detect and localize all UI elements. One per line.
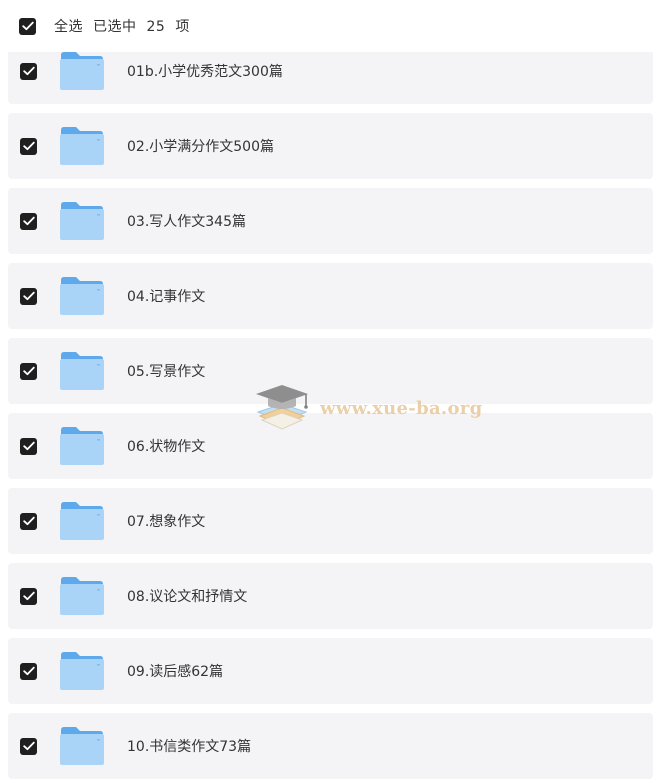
row-checkbox[interactable] [20, 437, 37, 455]
checkmark-icon [22, 516, 35, 526]
selection-summary: 全选 已选中 25 项 [54, 16, 200, 36]
selected-suffix: 项 [175, 19, 190, 35]
folder-name[interactable]: 09.读后感62篇 [127, 661, 223, 681]
checkmark-icon [22, 66, 35, 76]
folder-row[interactable]: 09.读后感62篇 [8, 638, 653, 704]
folder-icon [59, 201, 105, 241]
folder-name[interactable]: 06.状物作文 [127, 436, 205, 456]
checkmark-icon [21, 21, 34, 31]
folder-row[interactable]: 03.写人作文345篇 [8, 188, 653, 254]
folder-icon [59, 276, 105, 316]
row-checkbox[interactable] [20, 287, 37, 305]
folder-row[interactable]: 07.想象作文 [8, 488, 653, 554]
select-all-label[interactable]: 全选 [54, 19, 83, 35]
folder-row[interactable]: 08.议论文和抒情文 [8, 563, 653, 629]
checkmark-icon [22, 216, 35, 226]
folder-name[interactable]: 10.书信类作文73篇 [127, 736, 251, 756]
row-checkbox[interactable] [20, 362, 37, 380]
selected-prefix: 已选中 [93, 19, 137, 35]
checkmark-icon [22, 291, 35, 301]
folder-name[interactable]: 02.小学满分作文500篇 [127, 136, 274, 156]
folder-icon [59, 126, 105, 166]
row-checkbox[interactable] [20, 587, 37, 605]
folder-name[interactable]: 07.想象作文 [127, 511, 205, 531]
select-all-checkbox[interactable] [19, 17, 36, 35]
row-checkbox[interactable] [20, 662, 37, 680]
folder-name[interactable]: 04.记事作文 [127, 286, 205, 306]
folder-row[interactable]: 02.小学满分作文500篇 [8, 113, 653, 179]
row-checkbox[interactable] [20, 212, 37, 230]
folder-name[interactable]: 05.写景作文 [127, 361, 205, 381]
folder-name[interactable]: 08.议论文和抒情文 [127, 586, 247, 606]
folder-row[interactable]: 04.记事作文 [8, 263, 653, 329]
checkmark-icon [22, 141, 35, 151]
row-checkbox[interactable] [20, 137, 37, 155]
folder-row[interactable]: 06.状物作文 [8, 413, 653, 479]
folder-icon [59, 426, 105, 466]
folder-icon [59, 651, 105, 691]
row-checkbox[interactable] [20, 737, 37, 755]
folder-icon [59, 501, 105, 541]
folder-icon [59, 726, 105, 766]
row-checkbox[interactable] [20, 512, 37, 530]
row-checkbox[interactable] [20, 62, 37, 80]
folder-icon [59, 576, 105, 616]
folder-row[interactable]: 10.书信类作文73篇 [8, 713, 653, 779]
folder-name[interactable]: 01b.小学优秀范文300篇 [127, 61, 283, 81]
folder-name[interactable]: 03.写人作文345篇 [127, 211, 246, 231]
checkmark-icon [22, 591, 35, 601]
selection-header: 全选 已选中 25 项 [0, 0, 653, 52]
selected-count: 25 [146, 19, 166, 35]
checkmark-icon [22, 666, 35, 676]
folder-icon [59, 351, 105, 391]
checkmark-icon [22, 441, 35, 451]
checkmark-icon [22, 741, 35, 751]
folder-row[interactable]: 05.写景作文 [8, 338, 653, 404]
checkmark-icon [22, 366, 35, 376]
folder-icon [59, 51, 105, 91]
